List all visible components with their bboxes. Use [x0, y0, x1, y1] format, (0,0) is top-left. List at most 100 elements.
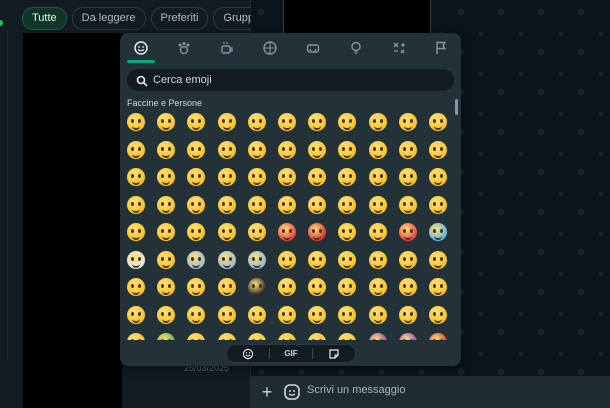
emoji-item[interactable] — [155, 331, 177, 340]
smiley-icon[interactable] — [133, 40, 149, 56]
emoji-item[interactable] — [306, 194, 328, 216]
food-icon[interactable] — [219, 40, 235, 56]
emoji-item[interactable] — [216, 331, 238, 340]
emoji-item[interactable] — [155, 276, 177, 298]
emoji-item[interactable] — [155, 111, 177, 133]
emoji-item[interactable] — [306, 304, 328, 326]
emoji-item[interactable] — [397, 304, 419, 326]
emoji-item[interactable] — [306, 276, 328, 298]
car-icon[interactable] — [305, 40, 321, 56]
emoji-item[interactable] — [336, 331, 358, 340]
emoji-item[interactable] — [246, 111, 268, 133]
emoji-item[interactable] — [246, 139, 268, 161]
emoji-item[interactable] — [367, 139, 389, 161]
emoji-item[interactable] — [397, 276, 419, 298]
emoji-item[interactable] — [427, 139, 449, 161]
emoji-item[interactable] — [125, 331, 147, 340]
emoji-item[interactable] — [397, 221, 419, 243]
emoji-tab-button[interactable] — [227, 345, 269, 362]
emoji-item[interactable] — [367, 276, 389, 298]
emoji-item[interactable] — [276, 221, 298, 243]
emoji-item[interactable] — [367, 166, 389, 188]
emoji-item[interactable] — [246, 276, 268, 298]
emoji-item[interactable] — [427, 276, 449, 298]
emoji-item[interactable] — [336, 166, 358, 188]
filter-unread[interactable]: Da leggere — [71, 7, 146, 30]
emoji-item[interactable] — [216, 276, 238, 298]
emoji-item[interactable] — [125, 111, 147, 133]
emoji-item[interactable] — [246, 331, 268, 340]
emoji-item[interactable] — [216, 304, 238, 326]
emoji-item[interactable] — [306, 249, 328, 271]
emoji-item[interactable] — [276, 304, 298, 326]
emoji-item[interactable] — [216, 194, 238, 216]
flag-icon[interactable] — [433, 40, 449, 56]
emoji-item[interactable] — [246, 194, 268, 216]
emoji-item[interactable] — [306, 166, 328, 188]
emoji-item[interactable] — [306, 139, 328, 161]
emoji-search-input[interactable] — [153, 69, 443, 91]
filter-favorites[interactable]: Preferiti — [150, 7, 209, 30]
emoji-item[interactable] — [427, 166, 449, 188]
emoji-item[interactable] — [367, 111, 389, 133]
emoji-item[interactable] — [306, 221, 328, 243]
emoji-item[interactable] — [367, 194, 389, 216]
emoji-item[interactable] — [397, 166, 419, 188]
emoji-item[interactable] — [367, 221, 389, 243]
emoji-item[interactable] — [336, 276, 358, 298]
emoji-item[interactable] — [246, 249, 268, 271]
emoji-item[interactable] — [306, 331, 328, 340]
attach-plus-button[interactable]: + — [258, 381, 276, 403]
emoji-item[interactable] — [125, 166, 147, 188]
emoji-item[interactable] — [216, 111, 238, 133]
emoji-item[interactable] — [125, 221, 147, 243]
emoji-item[interactable] — [185, 276, 207, 298]
sticker-icon[interactable] — [283, 383, 301, 401]
symbols-icon[interactable] — [391, 40, 407, 56]
emoji-item[interactable] — [397, 139, 419, 161]
emoji-item[interactable] — [427, 304, 449, 326]
animal-icon[interactable] — [176, 40, 192, 56]
emoji-item[interactable] — [336, 249, 358, 271]
emoji-item[interactable] — [125, 304, 147, 326]
emoji-item[interactable] — [185, 166, 207, 188]
emoji-item[interactable] — [155, 139, 177, 161]
emoji-item[interactable] — [427, 194, 449, 216]
emoji-item[interactable] — [336, 111, 358, 133]
emoji-scrollbar[interactable] — [455, 99, 458, 115]
sticker-tab-button[interactable] — [313, 345, 355, 362]
emoji-item[interactable] — [185, 139, 207, 161]
emoji-item[interactable] — [427, 331, 449, 340]
emoji-item[interactable] — [276, 166, 298, 188]
emoji-item[interactable] — [155, 194, 177, 216]
emoji-item[interactable] — [276, 194, 298, 216]
bulb-icon[interactable] — [348, 40, 364, 56]
emoji-item[interactable] — [276, 249, 298, 271]
emoji-item[interactable] — [216, 166, 238, 188]
emoji-item[interactable] — [336, 304, 358, 326]
emoji-item[interactable] — [336, 139, 358, 161]
emoji-item[interactable] — [276, 331, 298, 340]
emoji-item[interactable] — [427, 249, 449, 271]
emoji-item[interactable] — [185, 111, 207, 133]
emoji-item[interactable] — [336, 194, 358, 216]
emoji-item[interactable] — [216, 139, 238, 161]
emoji-item[interactable] — [155, 221, 177, 243]
emoji-item[interactable] — [125, 276, 147, 298]
filter-all[interactable]: Tutte — [22, 7, 67, 30]
emoji-item[interactable] — [185, 331, 207, 340]
emoji-item[interactable] — [427, 111, 449, 133]
emoji-item[interactable] — [125, 249, 147, 271]
emoji-item[interactable] — [246, 221, 268, 243]
emoji-item[interactable] — [276, 139, 298, 161]
emoji-item[interactable] — [125, 139, 147, 161]
media-thumbnail[interactable] — [283, 0, 431, 33]
emoji-item[interactable] — [185, 249, 207, 271]
emoji-item[interactable] — [246, 166, 268, 188]
emoji-item[interactable] — [397, 249, 419, 271]
emoji-item[interactable] — [427, 221, 449, 243]
emoji-item[interactable] — [306, 111, 328, 133]
emoji-item[interactable] — [367, 304, 389, 326]
emoji-item[interactable] — [125, 194, 147, 216]
message-input[interactable]: Scrivi un messaggio — [307, 384, 405, 396]
